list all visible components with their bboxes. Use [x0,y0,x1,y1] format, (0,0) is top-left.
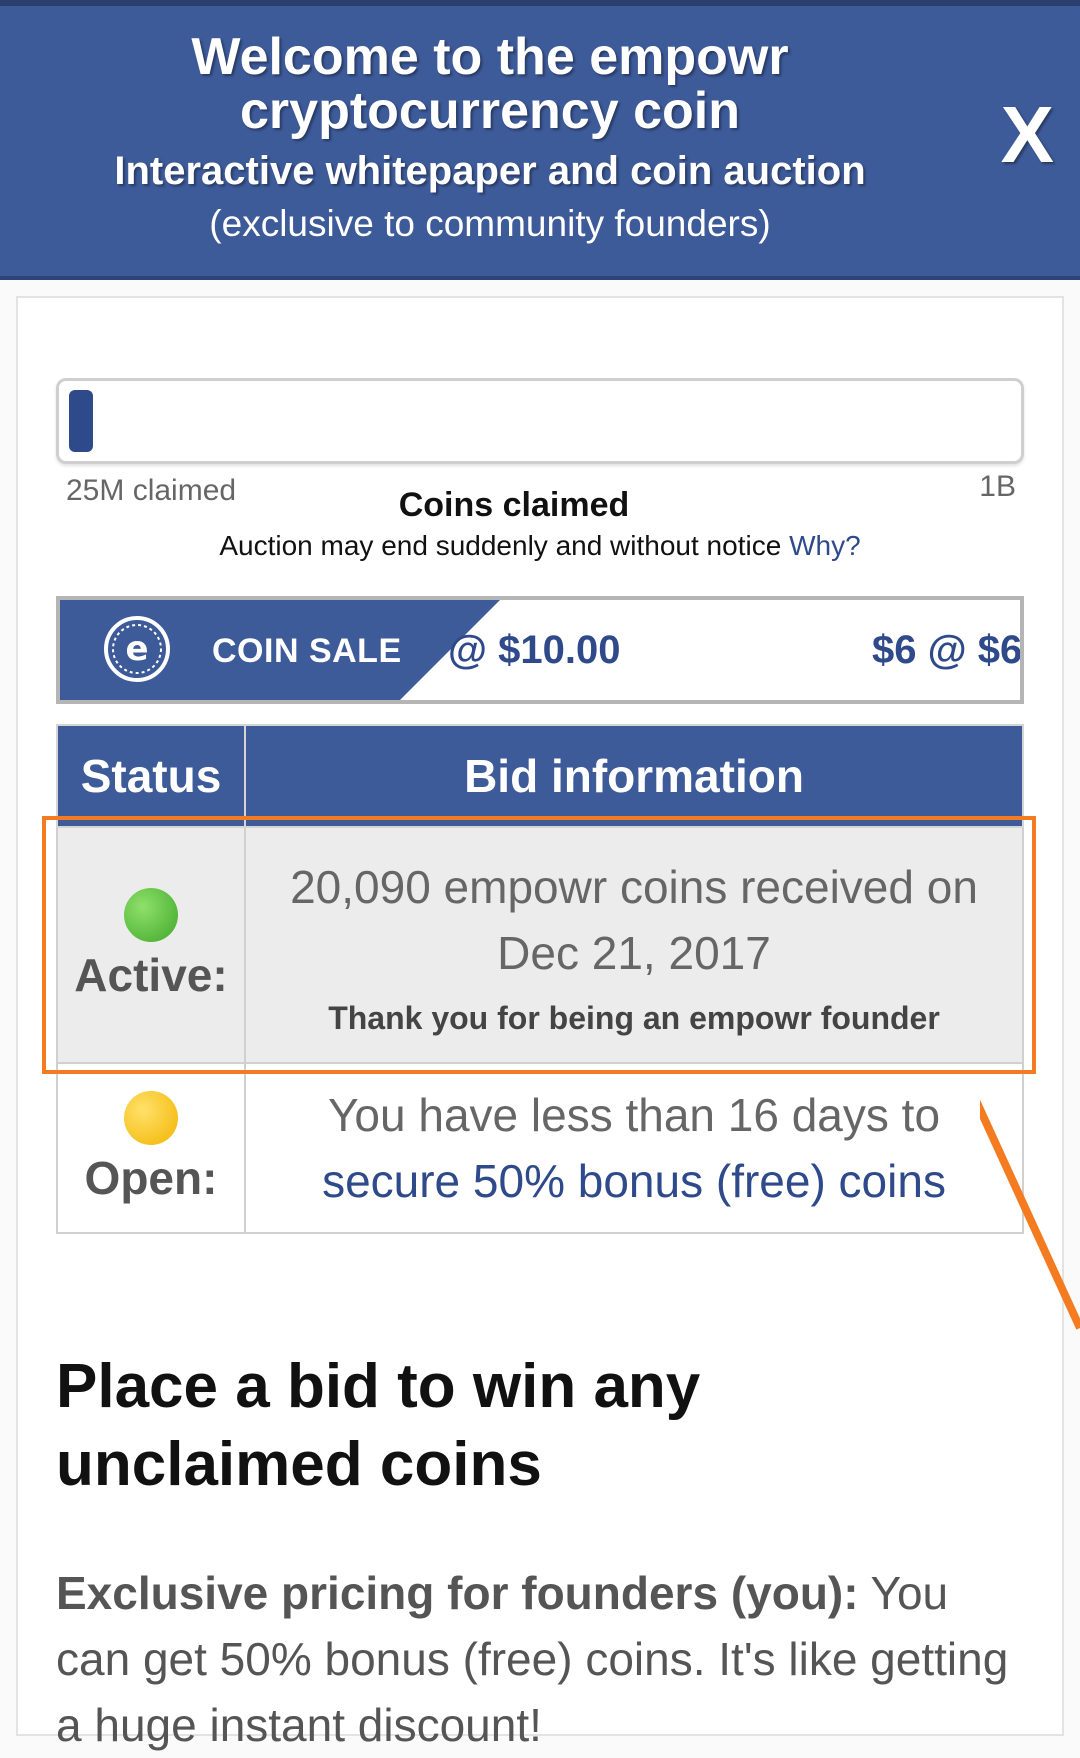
coins-claimed-progress-bar [56,378,1024,464]
banner-note: (exclusive to community founders) [209,203,771,244]
status-cell-open: Open: [56,1062,246,1234]
coins-received-text: 20,090 empowr coins received on Dec 21, … [290,860,978,979]
svg-text:e: e [125,629,148,669]
close-button[interactable]: X [1001,92,1054,178]
days-left-text: You have less than 16 days to [327,1089,941,1141]
table-header-row: Status Bid information [56,724,1024,828]
auction-notice-text: Auction may end suddenly and without not… [219,530,782,561]
status-label-active: Active: [74,949,228,1001]
progress-fill [69,390,93,452]
founder-thanks-text: Thank you for being an empowr founder [328,999,940,1036]
status-label-open: Open: [84,1152,218,1204]
bid-info-cell-open: You have less than 16 days to secure 50%… [244,1062,1024,1234]
table-row-active: Active: 20,090 empowr coins received on … [56,826,1024,1064]
coin-sale-price: @ $10.00 [448,628,621,672]
bid-info-cell-active: 20,090 empowr coins received on Dec 21, … [244,826,1024,1064]
banner-subtitle: Interactive whitepaper and coin auction [114,149,866,193]
welcome-banner: Welcome to the empowr cryptocurrency coi… [0,0,1080,280]
banner-title: Welcome to the empowr cryptocurrency coi… [191,28,789,140]
why-link[interactable]: Why? [789,530,861,561]
exclusive-pricing-bold: Exclusive pricing for founders (you): [56,1567,859,1619]
annotation-arrow-icon [980,1099,1080,1330]
status-header: Status [56,724,246,828]
coin-sale-next-price: $6 @ $6. [872,628,1024,672]
place-bid-headline: Place a bid to win any unclaimed coins [56,1352,701,1499]
progress-center-label: Coins claimed [398,486,630,524]
bid-info-header: Bid information [244,724,1024,828]
auction-notice: Auction may end suddenly and without not… [0,530,1080,562]
status-cell-active: Active: [56,826,246,1064]
open-status-icon [124,1091,178,1145]
coin-sale-ticker[interactable]: e COIN SALE @ $10.00 $6 @ $6. [56,596,1024,704]
active-status-icon [124,888,178,942]
bid-status-table: Status Bid information Active: 20,090 em… [56,724,1024,1234]
exclusive-pricing-paragraph: Exclusive pricing for founders (you): Yo… [56,1560,1026,1758]
table-row-open: Open: You have less than 16 days to secu… [56,1062,1024,1234]
coin-sale-label: COIN SALE [212,632,402,670]
secure-bonus-link[interactable]: secure 50% bonus (free) coins [322,1155,946,1207]
empowr-coin-icon: e [104,616,170,682]
